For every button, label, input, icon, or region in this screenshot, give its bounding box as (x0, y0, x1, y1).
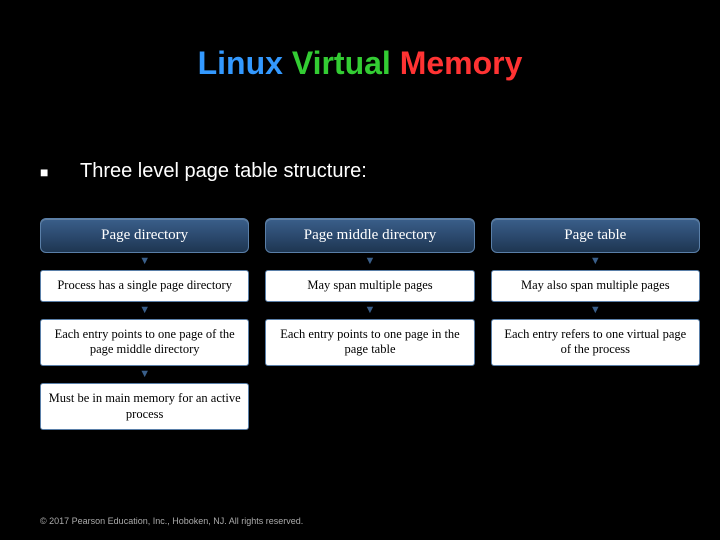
bullet-line: ■ Three level page table structure: (40, 160, 700, 183)
slide-title: Linux Virtual Memory (0, 0, 720, 82)
slide-body: ■ Three level page table structure: Page… (40, 160, 700, 430)
arrow-down-icon: ▼ (365, 305, 376, 316)
arrow-down-icon: ▼ (365, 256, 376, 267)
box-also-span: May also span multiple pages (491, 270, 700, 302)
box-process-single-dir: Process has a single page directory (40, 270, 249, 302)
header-page-middle-directory: Page middle directory (265, 218, 474, 253)
copyright-footer: © 2017 Pearson Education, Inc., Hoboken,… (40, 516, 303, 526)
title-word-2: Virtual (292, 45, 391, 81)
box-entry-middle-dir: Each entry points to one page of the pag… (40, 319, 249, 366)
box-virtual-page: Each entry refers to one virtual page of… (491, 319, 700, 366)
arrow-down-icon: ▼ (590, 305, 601, 316)
arrow-down-icon: ▼ (139, 256, 150, 267)
box-span-multiple: May span multiple pages (265, 270, 474, 302)
bullet-icon: ■ (40, 164, 50, 180)
col-page-middle-directory: Page middle directory ▼ May span multipl… (265, 218, 474, 430)
arrow-down-icon: ▼ (590, 256, 601, 267)
header-page-table: Page table (491, 218, 700, 253)
title-word-1: Linux (198, 45, 283, 81)
arrow-down-icon: ▼ (139, 369, 150, 380)
col-page-table: Page table ▼ May also span multiple page… (491, 218, 700, 430)
box-main-memory: Must be in main memory for an active pro… (40, 383, 249, 430)
arrow-down-icon: ▼ (139, 305, 150, 316)
box-entry-page-table: Each entry points to one page in the pag… (265, 319, 474, 366)
header-page-directory: Page directory (40, 218, 249, 253)
title-word-3: Memory (400, 45, 523, 81)
col-page-directory: Page directory ▼ Process has a single pa… (40, 218, 249, 430)
bullet-text: Three level page table structure: (80, 160, 367, 183)
diagram: Page directory ▼ Process has a single pa… (40, 218, 700, 430)
